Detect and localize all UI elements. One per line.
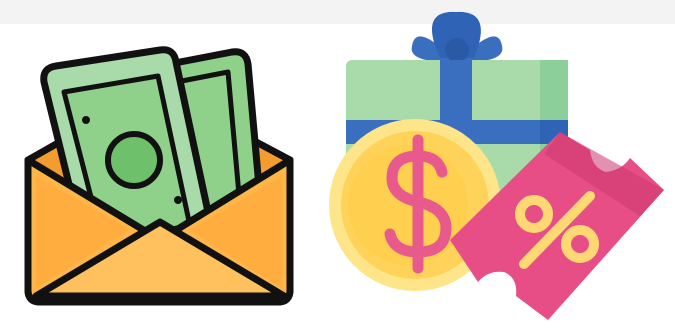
rewards-illustration xyxy=(24,11,664,320)
gift-coin-discount-icon xyxy=(329,11,664,320)
banknote-coin-mark xyxy=(105,131,163,189)
gift-bow-icon xyxy=(411,11,503,62)
money-envelope-icon xyxy=(24,46,294,306)
